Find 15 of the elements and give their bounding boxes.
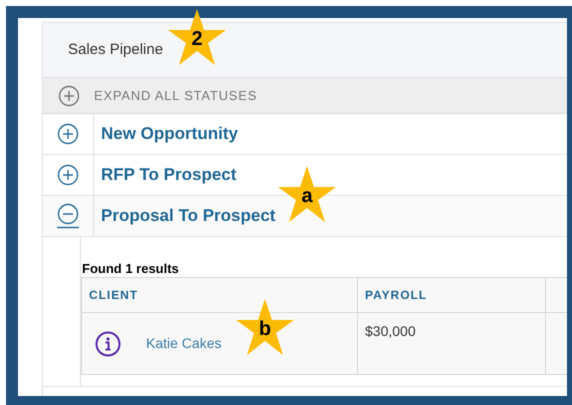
table-cell: $30,000	[358, 313, 546, 374]
client-link[interactable]: Katie Cakes	[146, 333, 222, 354]
panel-title: Sales Pipeline	[68, 40, 164, 60]
expand-icon[interactable]	[57, 164, 79, 186]
expand-all-button[interactable]: EXPAND ALL STATUSES	[43, 78, 567, 114]
info-icon[interactable]	[95, 330, 121, 356]
star-callout: 2	[167, 8, 227, 66]
star-callout: b	[235, 298, 295, 356]
star-callout: a	[277, 165, 337, 223]
status-row[interactable]: New Opportunity	[94, 114, 567, 154]
column-header: PAYROLL	[358, 278, 546, 312]
results-summary: Found 1 results	[81, 260, 180, 277]
expand-icon[interactable]	[57, 123, 79, 145]
expand-icon[interactable]	[58, 84, 80, 106]
collapse-icon[interactable]	[57, 203, 79, 229]
